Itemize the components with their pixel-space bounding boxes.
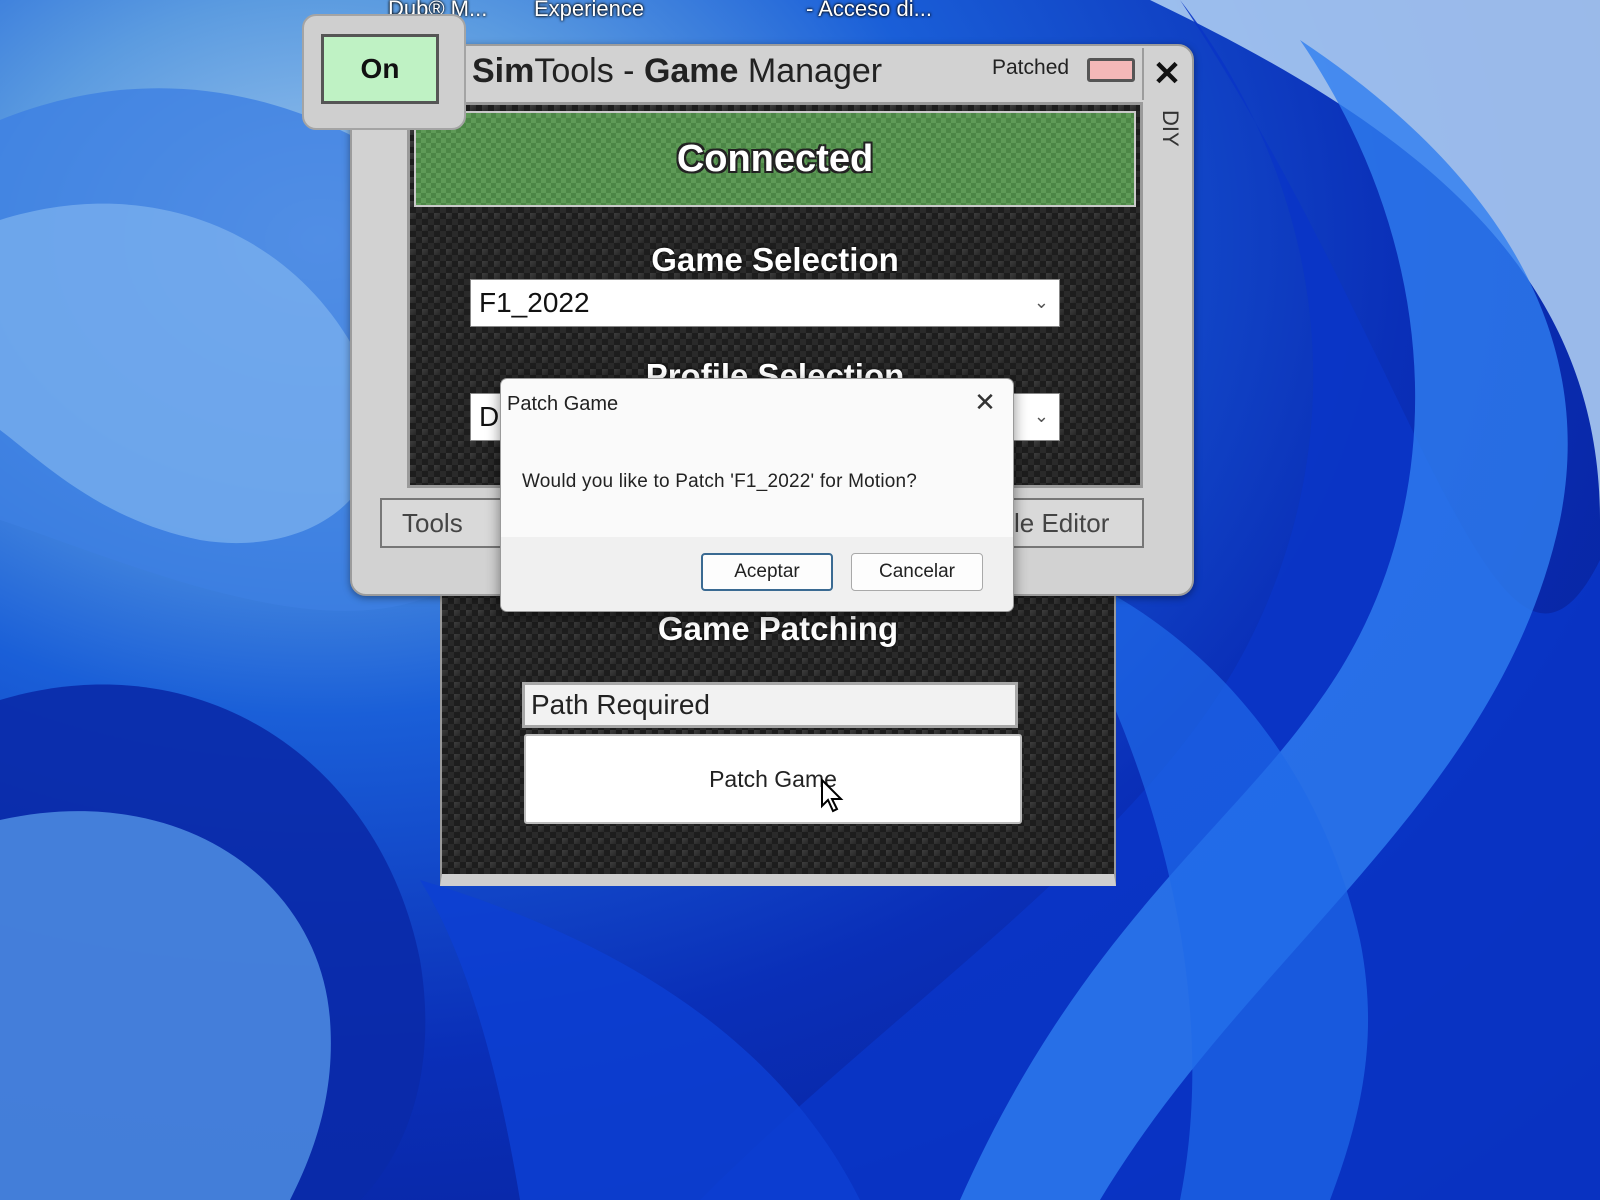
desktop-shortcut-label[interactable]: - Acceso di... [806,0,932,22]
patched-label: Patched [992,56,1070,79]
game-patching-panel: Game Patching Path Required Patch Game [440,572,1116,886]
patched-indicator [1087,58,1135,82]
window-title: SimTools - Game Manager [472,52,882,91]
desktop-shortcut-label[interactable]: Experience [534,0,644,22]
patch-game-button[interactable]: Patch Game [524,734,1022,824]
game-select[interactable]: F1_2022 ⌄ [470,279,1060,327]
chevron-down-icon[interactable]: ⌄ [1034,406,1049,427]
dialog-message: Would you like to Patch 'F1_2022' for Mo… [522,471,918,492]
title-separator: - [613,52,644,90]
title-sim: Sim [472,52,535,90]
game-patching-title: Game Patching [657,610,899,647]
game-path-field[interactable]: Path Required [522,682,1018,728]
accept-button[interactable]: Aceptar [701,553,833,591]
close-icon[interactable]: ✕ [967,387,1003,417]
dialog-title: Patch Game [507,393,619,415]
cancel-button[interactable]: Cancelar [851,553,983,591]
mouse-pointer-icon [821,778,844,813]
game-select-value: F1_2022 [479,287,590,318]
diy-side-tab[interactable]: DIY [1157,110,1183,147]
power-box: On [302,14,466,130]
chevron-down-icon[interactable]: ⌄ [1034,292,1049,313]
title-tools: Tools [534,52,614,90]
power-on-button[interactable]: On [321,34,439,104]
connection-status-bar: Connected [414,111,1136,207]
title-manager: Manager [738,52,883,90]
title-game: Game [643,52,739,90]
profile-select-value: D [479,401,500,432]
patch-game-dialog: Patch Game ✕ Would you like to Patch 'F1… [500,378,1014,612]
close-icon[interactable]: ✕ [1142,48,1190,100]
game-selection-label: Game Selection [651,241,899,278]
connection-status: Connected [676,137,874,180]
